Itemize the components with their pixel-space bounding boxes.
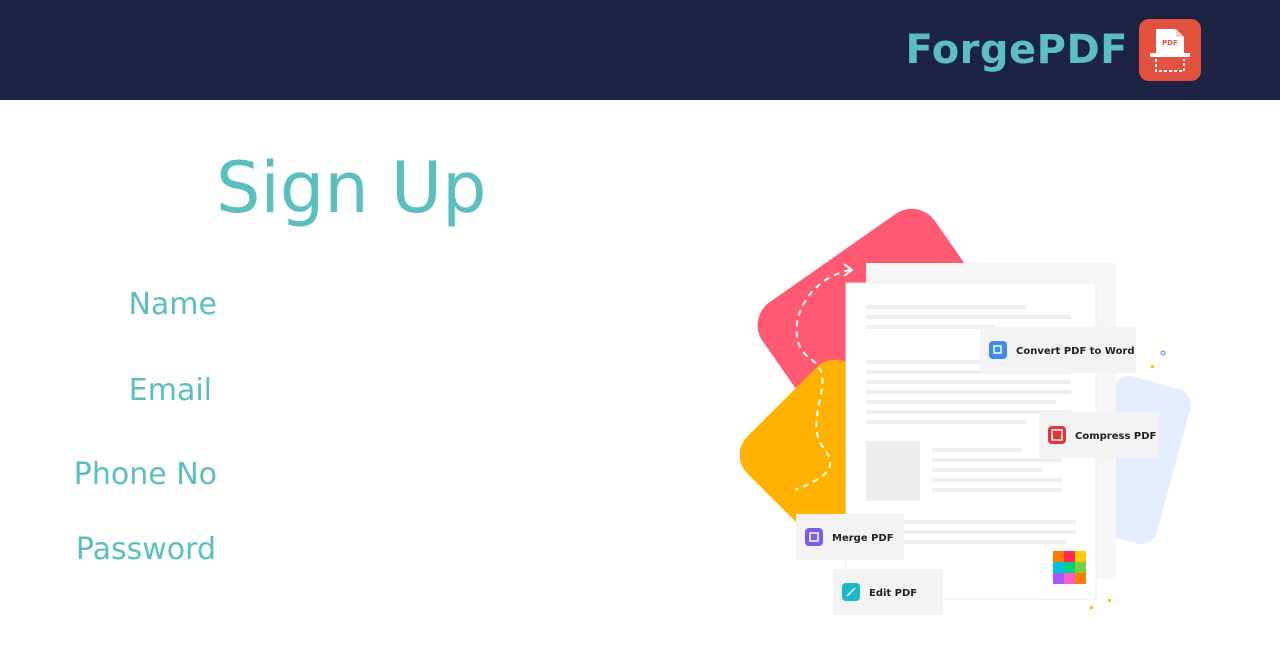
- feature-label: Compress PDF: [1075, 431, 1156, 442]
- compress-icon: [1048, 426, 1066, 444]
- password-field[interactable]: [240, 532, 540, 568]
- convert-word-icon: [989, 341, 1007, 359]
- phone-label: Phone No: [73, 457, 217, 492]
- feature-compress-pdf: Compress PDF: [1039, 412, 1159, 458]
- phone-field[interactable]: [240, 457, 540, 493]
- feature-label: Merge PDF: [832, 533, 894, 544]
- page-title: Sign Up: [216, 147, 487, 229]
- color-grid-icon: [1053, 551, 1086, 584]
- password-label: Password: [75, 532, 216, 567]
- feature-merge-pdf: Merge PDF: [796, 514, 904, 560]
- pdf-tools-illustration: Convert PDF to Word Compress PDF Merge P…: [740, 208, 1191, 615]
- name-label: Name: [128, 287, 217, 322]
- feature-convert-pdf-to-word: Convert PDF to Word: [980, 327, 1136, 373]
- pdf-scan-icon[interactable]: PDF: [1139, 19, 1201, 81]
- feature-label: Convert PDF to Word: [1016, 346, 1135, 357]
- feature-label: Edit PDF: [869, 588, 917, 599]
- email-field[interactable]: [240, 373, 540, 409]
- top-bar: ForgePDF PDF: [0, 0, 1280, 100]
- logo-badge-text: PDF: [1162, 39, 1178, 47]
- merge-icon: [805, 528, 823, 546]
- dot-icon: [1160, 350, 1166, 356]
- email-label: Email: [128, 373, 212, 408]
- name-field[interactable]: [240, 287, 540, 323]
- feature-edit-pdf: Edit PDF: [833, 569, 943, 615]
- brand-name[interactable]: ForgePDF: [905, 26, 1128, 74]
